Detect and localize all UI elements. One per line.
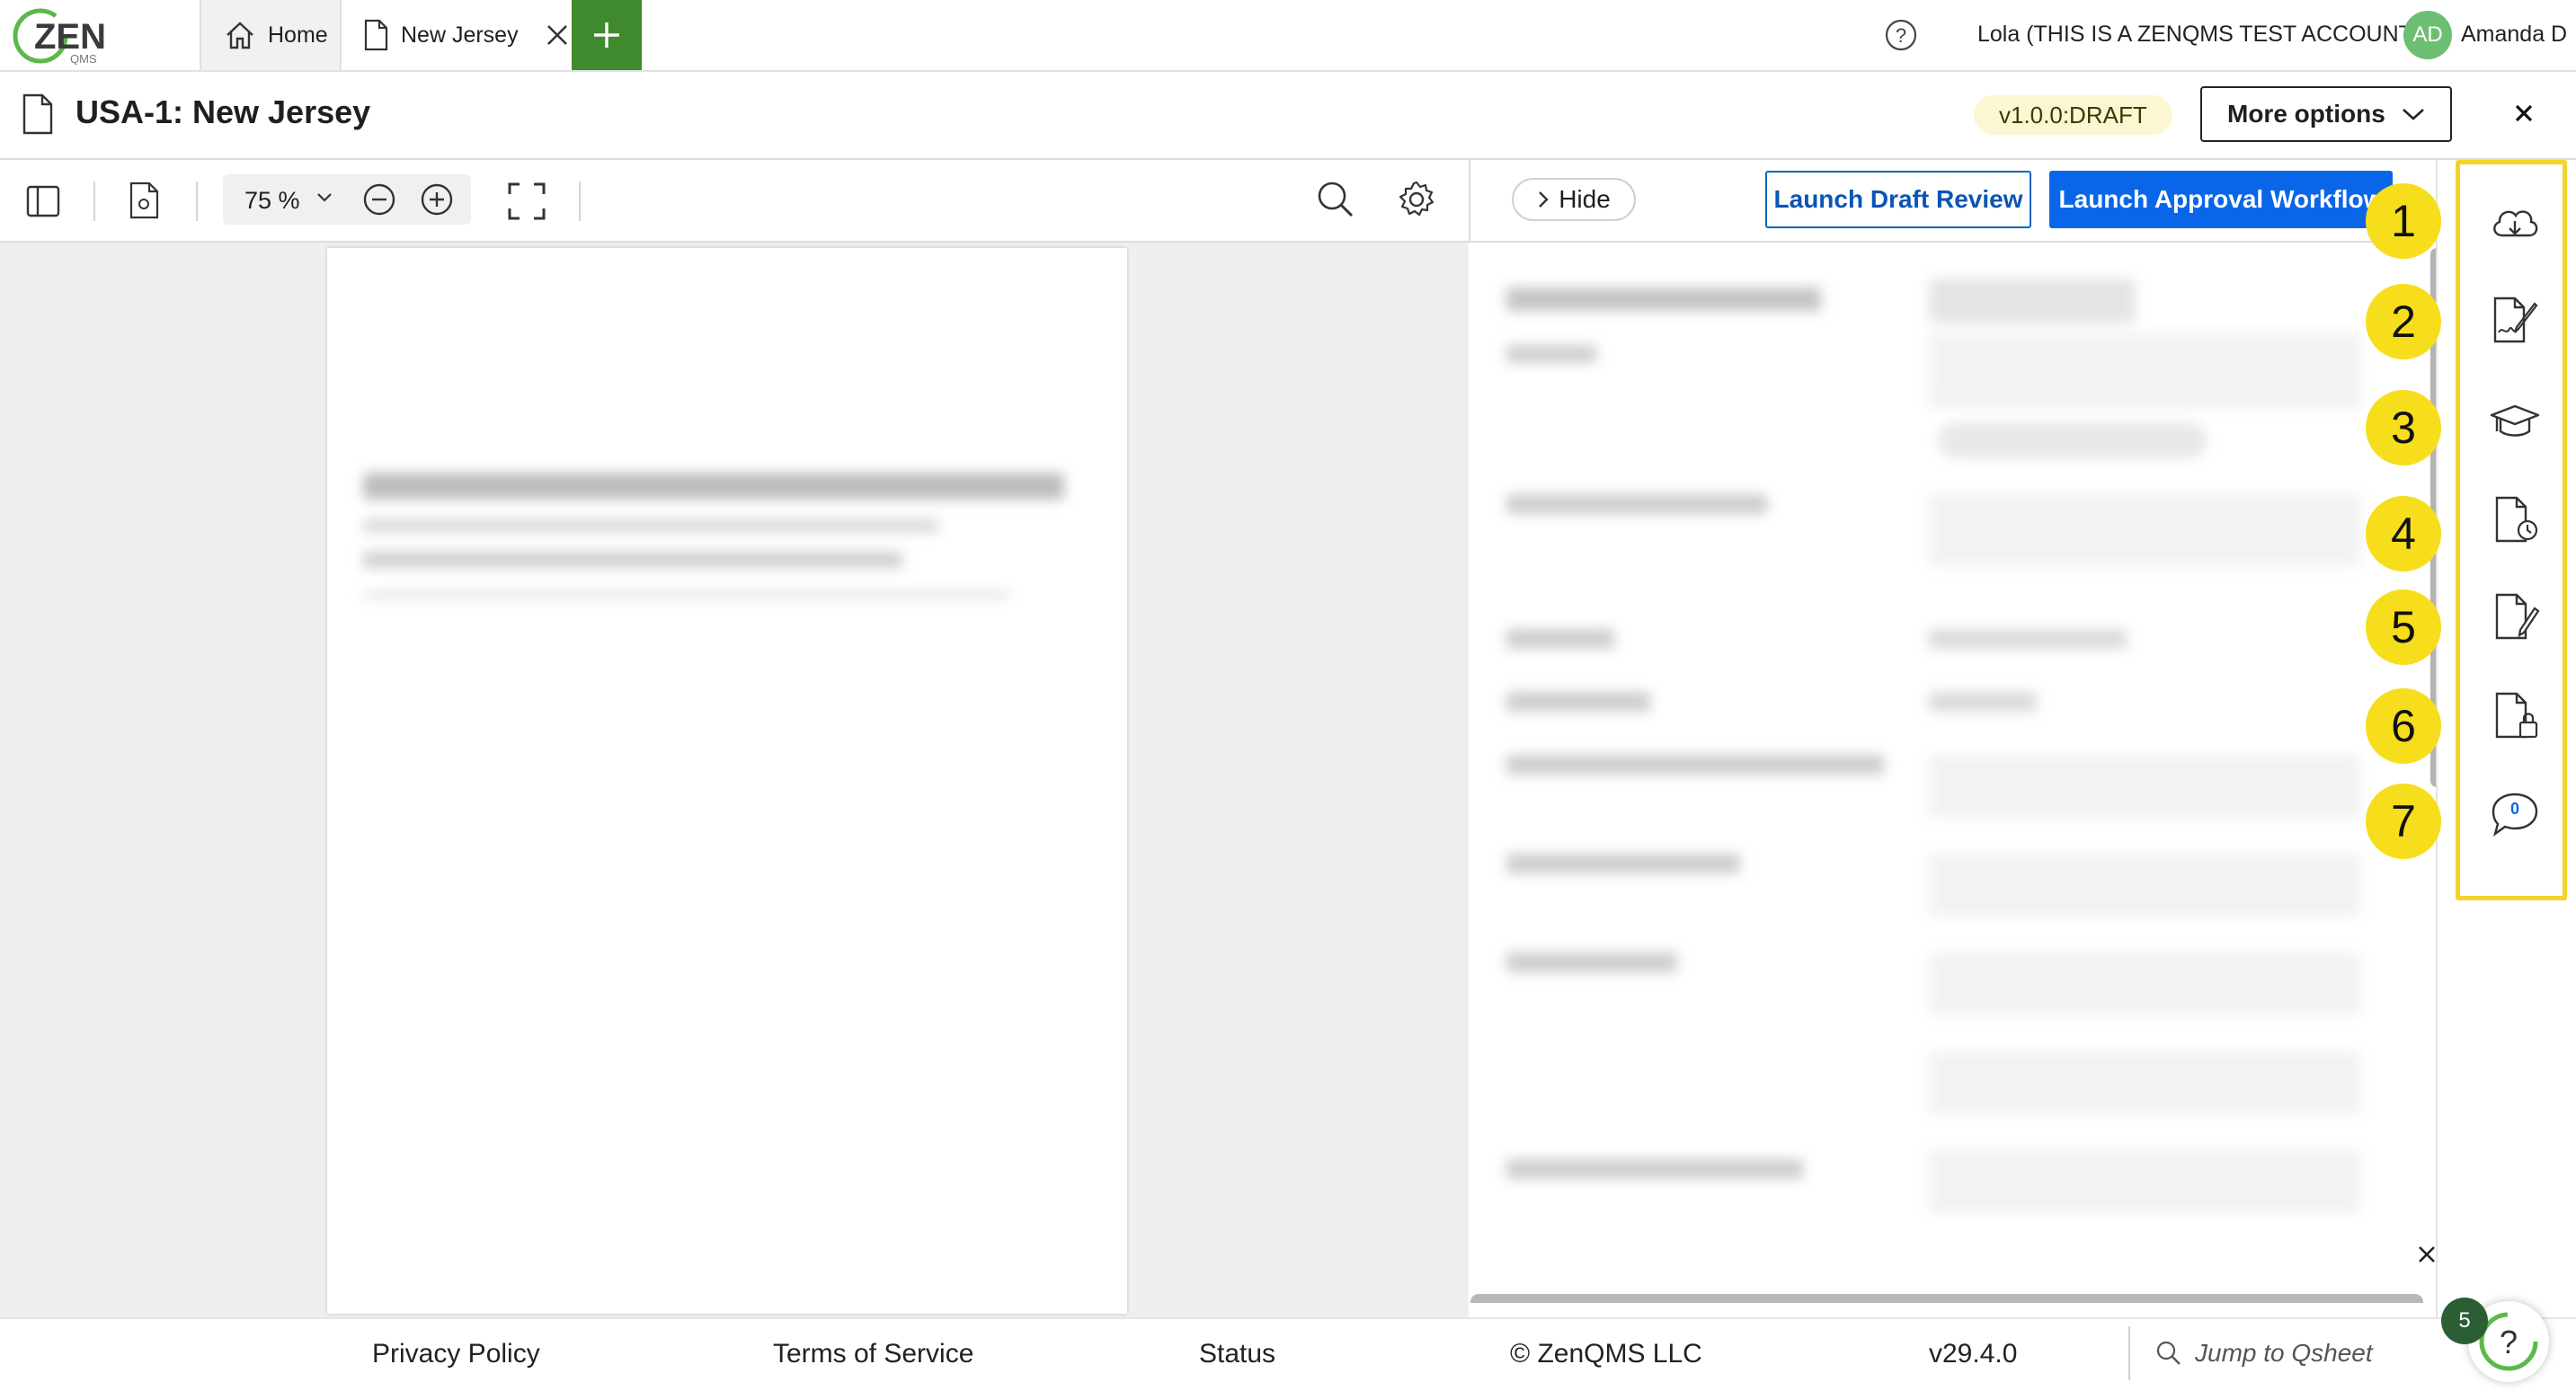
document-icon xyxy=(363,19,388,51)
divider xyxy=(93,182,95,221)
gear-icon[interactable] xyxy=(1397,180,1436,219)
zenqms-logo[interactable]: ZEN QMS xyxy=(11,5,110,65)
viewer-toolbar: 75 % xyxy=(0,160,1470,243)
marker-6: 6 xyxy=(2366,688,2441,764)
hide-button[interactable]: Hide xyxy=(1512,178,1636,221)
document-header: USA-1: New Jersey v1.0.0:DRAFT More opti… xyxy=(0,72,2576,160)
zoom-out-icon[interactable] xyxy=(361,182,397,217)
add-tab-button[interactable] xyxy=(572,0,642,70)
avatar[interactable]: AD xyxy=(2403,11,2452,59)
tab-new-jersey[interactable]: New Jersey xyxy=(342,0,572,70)
marker-7: 7 xyxy=(2366,784,2441,859)
divider xyxy=(196,182,198,221)
zoom-in-icon[interactable] xyxy=(419,182,455,217)
user-name[interactable]: Amanda D xyxy=(2461,22,2567,48)
home-icon xyxy=(225,21,255,49)
document-edit-icon[interactable] xyxy=(2488,589,2542,643)
page-settings-icon[interactable] xyxy=(128,182,160,219)
close-document-icon[interactable] xyxy=(2511,101,2536,126)
properties-toolbar: Hide Launch Draft Review Launch Approval… xyxy=(1470,160,2436,243)
version-badge: v1.0.0:DRAFT xyxy=(1974,95,2172,135)
svg-text:ZEN: ZEN xyxy=(34,17,106,57)
plus-icon xyxy=(591,20,622,50)
more-options-button[interactable]: More options xyxy=(2200,86,2452,142)
tab-new-jersey-label: New Jersey xyxy=(401,22,519,48)
chevron-down-icon xyxy=(2402,107,2425,121)
cloud-download-icon[interactable] xyxy=(2488,196,2542,250)
launch-draft-review-button[interactable]: Launch Draft Review xyxy=(1765,171,2031,228)
hide-label: Hide xyxy=(1559,185,1611,213)
close-tab-icon[interactable] xyxy=(546,23,569,47)
blurred-properties-content xyxy=(1506,270,2369,1294)
document-history-icon[interactable] xyxy=(2488,492,2542,546)
more-options-label: More options xyxy=(2227,100,2385,128)
help-icon[interactable]: ? xyxy=(1884,18,1918,52)
chevron-right-icon xyxy=(1537,190,1550,208)
account-name: Lola (THIS IS A ZENQMS TEST ACCOUNT) xyxy=(1977,22,2421,47)
status-link[interactable]: Status xyxy=(1199,1339,1275,1369)
search-icon[interactable] xyxy=(1316,180,1355,219)
page-title: USA-1: New Jersey xyxy=(76,93,371,130)
help-badge: 5 xyxy=(2441,1298,2488,1344)
comment-count: 0 xyxy=(2509,800,2519,818)
signature-icon[interactable] xyxy=(2488,293,2542,347)
tab-home[interactable]: Home xyxy=(200,0,342,70)
footer: Privacy Policy Terms of Service Status ©… xyxy=(0,1317,2576,1391)
top-bar: ZEN QMS Home New Jersey ? Lola (THIS IS … xyxy=(0,0,2576,72)
svg-text:?: ? xyxy=(2500,1324,2518,1360)
document-viewer xyxy=(0,243,1469,1317)
comment-icon[interactable]: 0 xyxy=(2488,787,2542,841)
jump-to-qsheet-placeholder: Jump to Qsheet xyxy=(2195,1339,2373,1367)
document-page[interactable] xyxy=(327,248,1127,1314)
launch-approval-workflow-button[interactable]: Launch Approval Workflow xyxy=(2049,171,2393,228)
marker-4: 4 xyxy=(2366,496,2441,571)
tab-home-label: Home xyxy=(268,22,328,48)
fullscreen-icon[interactable] xyxy=(507,182,546,221)
svg-text:QMS: QMS xyxy=(70,52,97,65)
divider xyxy=(579,182,581,221)
marker-5: 5 xyxy=(2366,589,2441,665)
document-properties xyxy=(1470,243,2436,1303)
document-lock-icon[interactable] xyxy=(2488,688,2542,742)
search-icon xyxy=(2155,1340,2182,1367)
blurred-page-content xyxy=(363,473,1064,598)
close-panel-icon[interactable] xyxy=(2416,1244,2436,1265)
copyright-text: © ZenQMS LLC xyxy=(1510,1339,1702,1369)
marker-2: 2 xyxy=(2366,284,2441,359)
chevron-down-icon[interactable] xyxy=(316,192,333,203)
zoom-control: 75 % xyxy=(223,174,471,225)
zoom-level[interactable]: 75 % xyxy=(244,187,300,215)
app-version: v29.4.0 xyxy=(1929,1339,2018,1369)
horizontal-scrollbar[interactable] xyxy=(1470,1294,2423,1303)
sidebar-toggle-icon[interactable] xyxy=(25,183,61,219)
document-icon xyxy=(22,93,54,135)
svg-text:?: ? xyxy=(1896,24,1906,47)
privacy-policy-link[interactable]: Privacy Policy xyxy=(372,1339,540,1369)
marker-3: 3 xyxy=(2366,390,2441,465)
jump-to-qsheet-input[interactable]: Jump to Qsheet xyxy=(2128,1326,2452,1380)
terms-of-service-link[interactable]: Terms of Service xyxy=(773,1339,973,1369)
graduation-cap-icon[interactable] xyxy=(2488,395,2542,449)
marker-1: 1 xyxy=(2366,183,2441,259)
